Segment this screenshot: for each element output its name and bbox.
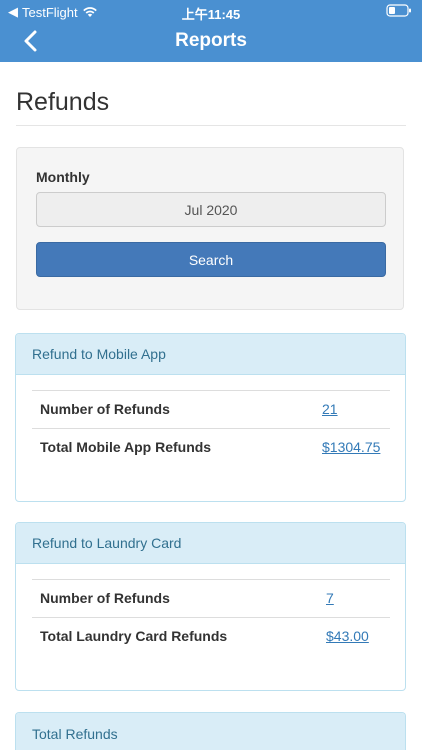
status-time: 上午11:45: [181, 7, 241, 22]
table-row: Number of Refunds 21: [32, 390, 390, 428]
panel-heading: Refund to Mobile App: [16, 334, 405, 375]
number-of-refunds-link[interactable]: 21: [322, 401, 338, 417]
total-refunds-link[interactable]: $1304.75: [322, 439, 380, 455]
page-title: Refunds: [16, 88, 110, 116]
top-header: ◀ TestFlight 上午11:45 Reports: [0, 0, 422, 62]
panel-heading: Total Refunds: [16, 713, 405, 750]
row-label: Total Mobile App Refunds: [40, 439, 212, 455]
row-label: Total Laundry Card Refunds: [40, 628, 228, 644]
status-bar: ◀ TestFlight 上午11:45: [0, 0, 422, 22]
refund-table: Number of Refunds 7 Total Laundry Card R…: [32, 579, 390, 655]
panel-heading: Refund to Laundry Card: [16, 523, 405, 564]
row-label: Number of Refunds: [40, 401, 170, 417]
search-button[interactable]: Search: [36, 242, 386, 277]
refund-table: Number of Refunds 21 Total Mobile App Re…: [32, 390, 390, 466]
total-refunds-link[interactable]: $43.00: [326, 628, 369, 644]
filter-card: Monthly Jul 2020 Search: [16, 147, 404, 310]
month-select[interactable]: Jul 2020: [36, 192, 386, 227]
row-label: Number of Refunds: [40, 590, 170, 606]
laundry-card-refunds-panel: Refund to Laundry Card Number of Refunds…: [15, 522, 406, 691]
title-divider: [16, 125, 406, 126]
total-refunds-panel: Total Refunds: [15, 712, 406, 750]
table-row: Total Laundry Card Refunds $43.00: [32, 617, 390, 655]
nav-title: Reports: [175, 30, 247, 51]
table-row: Number of Refunds 7: [32, 579, 390, 617]
battery-icon: [386, 4, 412, 20]
number-of-refunds-link[interactable]: 7: [326, 590, 334, 606]
monthly-label: Monthly: [36, 169, 90, 185]
mobile-app-refunds-panel: Refund to Mobile App Number of Refunds 2…: [15, 333, 406, 502]
table-row: Total Mobile App Refunds $1304.75: [32, 428, 390, 466]
